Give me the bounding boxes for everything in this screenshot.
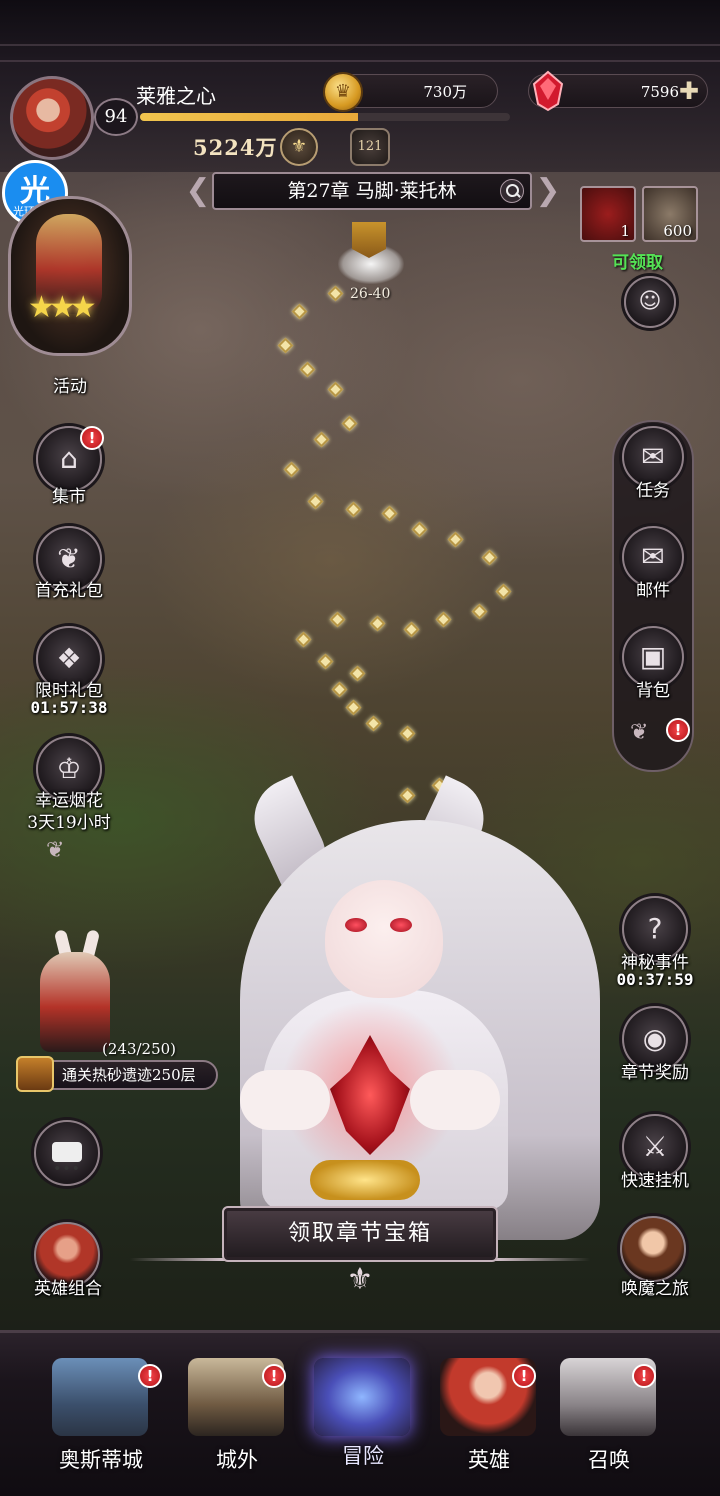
red-crystal-reward[interactable]: 1	[580, 186, 636, 242]
chapter-title: 第27章 马脚·莱托林	[287, 180, 457, 202]
market-icon: ⌂	[60, 442, 78, 475]
coin-icon: ♛	[323, 72, 363, 112]
quick-idle-label: 快速挂机	[621, 1171, 689, 1191]
friends-button[interactable]: ☺	[624, 276, 676, 328]
quest-guide-character[interactable]	[40, 952, 110, 1052]
claimable-label: 可领取	[612, 253, 663, 273]
summon-journey-label: 唤魔之旅	[621, 1279, 689, 1299]
bag-label: 背包	[636, 681, 670, 701]
quest-label: 任务	[636, 481, 670, 501]
plus-icon[interactable]: ✚	[679, 79, 699, 103]
panel-alert-badge: !	[666, 718, 690, 742]
player-name: 莱雅之心	[136, 84, 216, 108]
xp-bar	[140, 113, 510, 121]
nav-alert-badge: !	[138, 1364, 162, 1388]
castle-icon	[52, 1358, 148, 1436]
claim-center-ornament: ⚜	[346, 1262, 374, 1297]
nav-label: 英雄	[468, 1448, 510, 1472]
status-strip	[0, 0, 720, 62]
chat-icon	[52, 1138, 82, 1200]
heroine-eye-right	[390, 918, 412, 932]
chapter-wing-left: ❮	[185, 173, 211, 208]
gem-icon	[532, 70, 564, 112]
chapter-reward-label: 章节奖励	[621, 1063, 689, 1083]
event-label: 活动	[53, 377, 87, 397]
nav-alert-badge: !	[512, 1364, 536, 1388]
chest-icon	[16, 1056, 54, 1092]
gold-counter[interactable]: ♛ 730万	[323, 72, 498, 112]
treasure-pile	[310, 1160, 420, 1200]
gem-value: 7596	[640, 83, 679, 101]
heroine-eye-left	[345, 918, 367, 932]
rank-icon[interactable]: 121	[350, 128, 390, 166]
star-icon: ★★★	[28, 290, 97, 325]
collapse-ornament-icon[interactable]: ❦	[630, 720, 648, 745]
gift-box-icon: ❖	[56, 642, 82, 675]
nav-label: 召唤	[588, 1448, 630, 1472]
gift-character-icon: ❦	[57, 542, 81, 575]
sword-icon: ⚔	[642, 1130, 668, 1163]
search-icon[interactable]	[500, 179, 524, 203]
red-reward-count: 1	[620, 222, 630, 240]
question-icon: ?	[647, 912, 663, 945]
market-alert-badge: !	[80, 426, 104, 450]
mystery-event-timer: 00:37:59	[616, 970, 694, 989]
gold-value: 730万	[423, 83, 467, 101]
nav-label: 奥斯蒂城	[59, 1448, 143, 1472]
heroine-hand-left	[240, 1070, 330, 1130]
stage-range-label: 26-40	[350, 286, 391, 302]
friends-icon: ☺	[638, 289, 662, 314]
bag-icon: ▣	[639, 640, 667, 673]
nav-item-heroes[interactable]: 英雄	[424, 1344, 554, 1484]
hero-combo-label: 英雄组合	[34, 1279, 102, 1299]
nav-label: 城外	[216, 1448, 258, 1472]
player-level: 94	[94, 98, 138, 136]
nav-alert-badge: !	[262, 1364, 286, 1388]
chapter-wing-right: ❯	[535, 173, 561, 208]
v-reward-count: 600	[663, 222, 692, 240]
summon-journey-button[interactable]	[620, 1216, 686, 1282]
quest-text: 通关热砂遗迹250层	[62, 1066, 196, 1084]
orb-icon: ◉	[642, 1022, 668, 1055]
first-recharge-label: 首充礼包	[35, 581, 103, 601]
player-avatar[interactable]	[10, 76, 94, 160]
xp-fill	[140, 113, 359, 121]
quest-tracker[interactable]: 通关热砂遗迹250层	[28, 1060, 218, 1090]
scroll-icon: ✉	[641, 440, 665, 473]
chat-button[interactable]	[34, 1120, 100, 1200]
v-reward[interactable]: 600	[642, 186, 698, 242]
mail-label: 邮件	[636, 581, 670, 601]
quest-progress: (243/250)	[102, 1040, 177, 1058]
portal-icon	[314, 1358, 410, 1436]
heroine-hand-right	[410, 1070, 500, 1130]
gem-counter[interactable]: 7596 ✚	[528, 70, 708, 112]
limited-pack-timer: 01:57:38	[30, 698, 108, 717]
nav-alert-badge: !	[632, 1364, 656, 1388]
chapter-title-bar[interactable]: 第27章 马脚·莱托林	[212, 172, 532, 210]
combat-power: 5224万	[193, 135, 278, 160]
expand-ornament-icon[interactable]: ❦	[46, 838, 64, 863]
lucky-fireworks-timer: 3天19小时	[27, 813, 111, 833]
power-icon[interactable]: ⚜	[280, 128, 318, 166]
heroine-face	[325, 880, 443, 998]
nav-item-adventure[interactable]: 冒险	[298, 1344, 428, 1484]
trophy-icon: ♔	[56, 752, 82, 785]
nav-item-outside[interactable]: 城外	[172, 1344, 302, 1484]
mail-icon: ✉	[641, 540, 665, 573]
nav-item-summon[interactable]: 召唤	[544, 1344, 674, 1484]
claim-chapter-chest-button[interactable]: 领取章节宝箱	[222, 1206, 498, 1262]
nav-label: 冒险	[342, 1444, 384, 1468]
market-label: 集市	[52, 487, 86, 507]
